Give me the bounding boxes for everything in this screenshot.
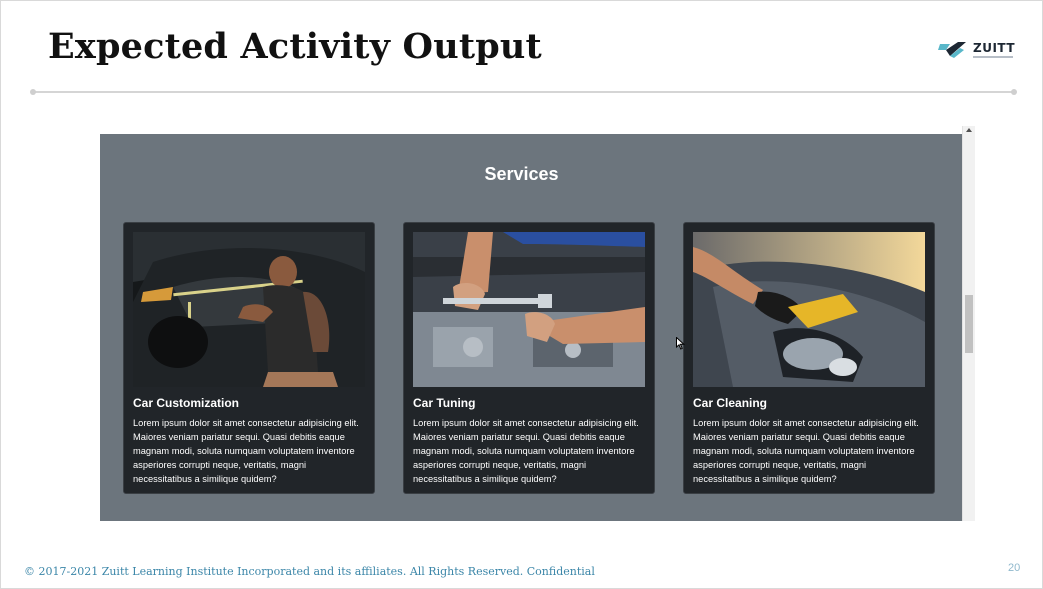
slide-title: Expected Activity Output	[48, 26, 542, 67]
service-card-cleaning: Car Cleaning Lorem ipsum dolor sit amet …	[683, 222, 935, 494]
services-heading: Services	[484, 164, 559, 184]
scrollbar-thumb[interactable]	[965, 295, 973, 353]
card-image-tuning	[413, 232, 645, 387]
zuitt-logo-icon	[938, 42, 966, 58]
card-image-customization	[133, 232, 365, 387]
card-text: Lorem ipsum dolor sit amet consectetur a…	[413, 418, 639, 484]
card-text: Lorem ipsum dolor sit amet consectetur a…	[693, 418, 919, 484]
card-title: Car Tuning	[413, 396, 476, 410]
header-divider	[30, 89, 1017, 95]
mouse-pointer-icon	[676, 337, 685, 350]
service-card-tuning: Car Tuning Lorem ipsum dolor sit amet co…	[403, 222, 655, 494]
card-title: Car Customization	[133, 396, 240, 410]
card-title: Car Cleaning	[693, 396, 768, 410]
preview-scrollbar[interactable]	[962, 126, 975, 521]
logo-tagline-line	[973, 56, 1013, 58]
service-card-customization: Car Customization Lorem ipsum dolor sit …	[123, 222, 375, 494]
divider-end-dot	[30, 89, 36, 95]
copyright-footer: © 2017-2021 Zuitt Learning Institute Inc…	[24, 565, 595, 578]
divider-end-dot	[1011, 89, 1017, 95]
zuitt-logo: ZUITT	[938, 38, 1018, 64]
page-number: 20	[1008, 562, 1021, 574]
scroll-up-arrow-icon[interactable]	[966, 128, 972, 132]
card-text: Lorem ipsum dolor sit amet consectetur a…	[133, 418, 359, 484]
logo-wordmark: ZUITT	[973, 41, 1016, 55]
card-image-cleaning	[693, 232, 925, 387]
